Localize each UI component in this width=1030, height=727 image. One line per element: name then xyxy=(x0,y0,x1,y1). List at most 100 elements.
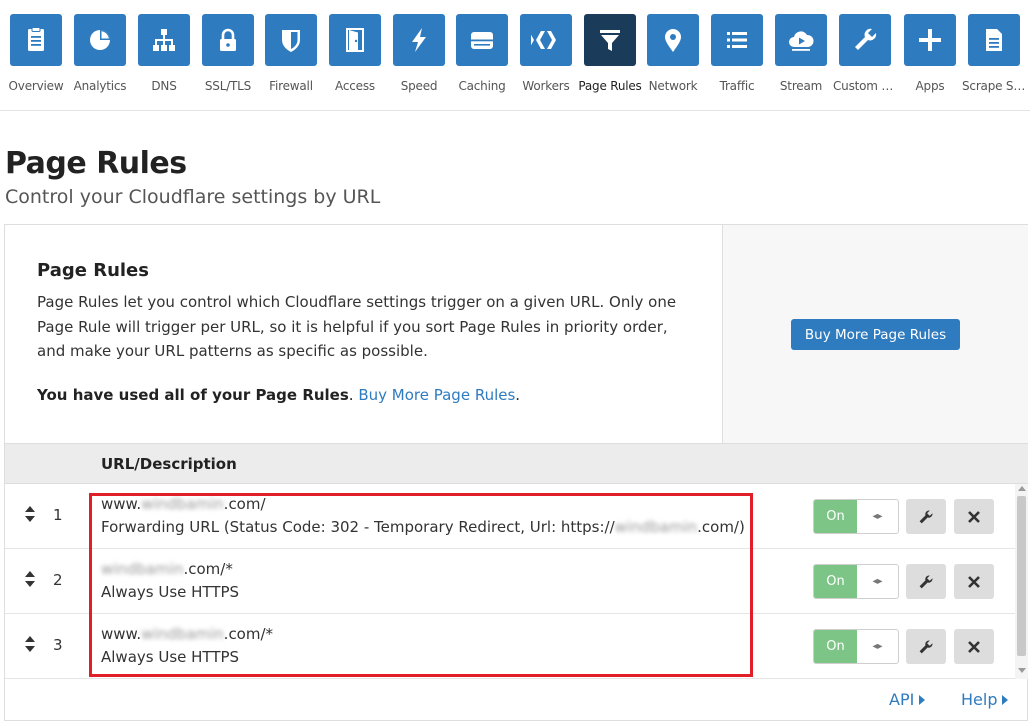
drag-handle-icon[interactable] xyxy=(23,569,37,589)
nav-item-network[interactable]: Network xyxy=(641,14,705,104)
nav-item-analytics[interactable]: Analytics xyxy=(68,14,132,104)
nav-item-apps[interactable]: Apps xyxy=(898,14,962,104)
close-icon xyxy=(968,575,980,588)
nav-item-firewall[interactable]: Firewall xyxy=(259,14,323,104)
nav-item-overview[interactable]: Overview xyxy=(4,14,68,104)
help-link[interactable]: Help xyxy=(961,690,1009,709)
close-icon xyxy=(968,640,980,653)
usage-notice-separator: . xyxy=(348,386,359,404)
intro-title: Page Rules xyxy=(37,260,149,281)
page-subtitle: Control your Cloudflare settings by URL xyxy=(5,186,381,208)
rule-url: www.windbamin.com/* xyxy=(101,625,274,643)
nav-item-page-rules[interactable]: Page Rules xyxy=(578,14,642,104)
nav-label: Caching xyxy=(458,79,506,93)
nav-item-caching[interactable]: Caching xyxy=(450,14,514,104)
scroll-thumb[interactable] xyxy=(1017,496,1026,656)
funnel-icon xyxy=(584,14,636,66)
nav-item-dns[interactable]: DNS xyxy=(132,14,196,104)
close-icon xyxy=(968,510,980,523)
rule-toggle[interactable]: On ◂▸ xyxy=(813,629,899,664)
toggle-on-label: On xyxy=(814,630,857,663)
rule-toggle[interactable]: On ◂▸ xyxy=(813,564,899,599)
wrench-icon xyxy=(839,14,891,66)
nav-label: Network xyxy=(648,79,698,93)
nav-label: Firewall xyxy=(269,79,313,93)
nav-item-access[interactable]: Access xyxy=(323,14,387,104)
table-row: 1 www.windbamin.com/ Forwarding URL (Sta… xyxy=(5,484,1015,549)
nav-label: Speed xyxy=(400,79,438,93)
rules-scrollbar[interactable] xyxy=(1015,484,1028,679)
nav-label: Workers xyxy=(522,79,570,93)
rule-description: Always Use HTTPS xyxy=(101,648,240,666)
shield-icon xyxy=(265,14,317,66)
nav-label: Custom P... xyxy=(833,79,897,93)
lock-icon xyxy=(202,14,254,66)
cloud-play-icon xyxy=(775,14,827,66)
page-title: Page Rules xyxy=(5,146,187,181)
api-link[interactable]: API xyxy=(889,690,926,709)
wrench-icon xyxy=(919,575,933,588)
rule-url: www.windbamin.com/ xyxy=(101,495,266,513)
intro-section: Page Rules Page Rules let you control wh… xyxy=(5,225,722,443)
nav-label: Traffic xyxy=(719,79,755,93)
scroll-up-arrow-icon[interactable] xyxy=(1018,486,1026,491)
rule-description: Always Use HTTPS xyxy=(101,583,240,601)
buy-more-link[interactable]: Buy More Page Rules xyxy=(358,386,515,404)
edit-rule-button[interactable] xyxy=(906,499,946,534)
location-pin-icon xyxy=(647,14,699,66)
server-icon xyxy=(456,14,508,66)
nav-label: Apps xyxy=(915,79,945,93)
buy-more-page-rules-button[interactable]: Buy More Page Rules xyxy=(791,319,960,350)
toggle-handle-icon: ◂▸ xyxy=(872,576,883,587)
overview-icon xyxy=(10,14,62,66)
nav-label: Scrape Sh... xyxy=(962,79,1026,93)
scroll-down-arrow-icon[interactable] xyxy=(1018,668,1026,673)
nav-item-speed[interactable]: Speed xyxy=(387,14,451,104)
nav-label: Analytics xyxy=(73,79,127,93)
edit-rule-button[interactable] xyxy=(906,564,946,599)
caret-right-icon xyxy=(919,695,926,705)
drag-handle-icon[interactable] xyxy=(23,504,37,524)
wrench-icon xyxy=(919,640,933,653)
wrench-icon xyxy=(919,510,933,523)
document-icon xyxy=(968,14,1020,66)
usage-notice-text: You have used all of your Page Rules xyxy=(37,386,349,404)
nav-item-traffic[interactable]: Traffic xyxy=(705,14,769,104)
toggle-handle-icon: ◂▸ xyxy=(872,511,883,522)
nav-label: SSL/TLS xyxy=(204,79,252,93)
dns-icon xyxy=(138,14,190,66)
rule-priority: 1 xyxy=(53,506,63,524)
rule-description: Forwarding URL (Status Code: 302 - Tempo… xyxy=(101,518,745,536)
nav-label: DNS xyxy=(151,79,177,93)
page-rules-card: Page Rules Page Rules let you control wh… xyxy=(4,224,1028,721)
rule-url: windbamin.com/* xyxy=(101,560,233,578)
table-row: 2 windbamin.com/* Always Use HTTPS On ◂▸ xyxy=(5,549,1015,614)
workers-icon xyxy=(520,14,572,66)
list-icon xyxy=(711,14,763,66)
column-header-url: URL/Description xyxy=(101,455,237,473)
nav-item-custom-pages[interactable]: Custom P... xyxy=(833,14,897,104)
nav-label: Overview xyxy=(8,79,64,93)
top-navigation: Overview Analytics DNS SSL/TLS Firewall … xyxy=(0,0,1030,111)
table-row: 3 www.windbamin.com/* Always Use HTTPS O… xyxy=(5,614,1015,679)
nav-item-stream[interactable]: Stream xyxy=(769,14,833,104)
rule-priority: 2 xyxy=(53,571,63,589)
caret-right-icon xyxy=(1002,695,1009,705)
nav-item-ssl-tls[interactable]: SSL/TLS xyxy=(196,14,260,104)
toggle-on-label: On xyxy=(814,565,857,598)
usage-notice-end: . xyxy=(515,386,521,404)
nav-item-scrape-shield[interactable]: Scrape Sh... xyxy=(962,14,1026,104)
toggle-on-label: On xyxy=(814,500,857,533)
delete-rule-button[interactable] xyxy=(954,499,994,534)
door-icon xyxy=(329,14,381,66)
rule-toggle[interactable]: On ◂▸ xyxy=(813,499,899,534)
table-header: URL/Description xyxy=(5,443,1028,484)
delete-rule-button[interactable] xyxy=(954,564,994,599)
edit-rule-button[interactable] xyxy=(906,629,946,664)
delete-rule-button[interactable] xyxy=(954,629,994,664)
drag-handle-icon[interactable] xyxy=(23,634,37,654)
plus-icon xyxy=(904,14,956,66)
bolt-icon xyxy=(393,14,445,66)
toggle-handle-icon: ◂▸ xyxy=(872,641,883,652)
nav-item-workers[interactable]: Workers xyxy=(514,14,578,104)
